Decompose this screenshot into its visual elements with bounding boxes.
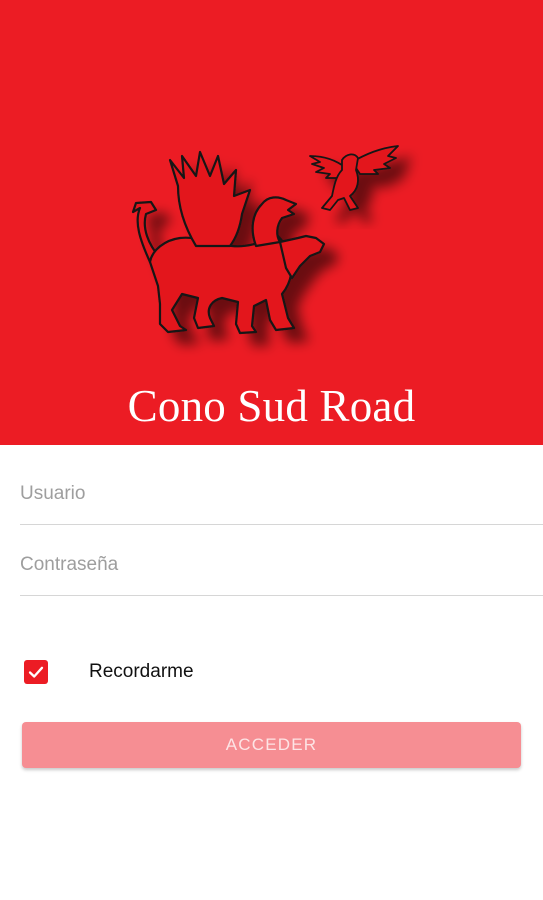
remember-me-checkbox[interactable] <box>24 660 48 684</box>
remember-me-label: Recordarme <box>89 661 194 682</box>
password-input[interactable] <box>20 535 543 595</box>
app-title: Cono Sud Road <box>127 381 416 431</box>
remember-me-row[interactable]: Recordarme <box>24 659 194 685</box>
username-input[interactable] <box>20 464 543 524</box>
header-banner: Cono Sud Road <box>0 0 543 445</box>
password-field[interactable] <box>20 535 543 596</box>
username-field[interactable] <box>20 464 543 525</box>
login-button[interactable]: ACCEDER <box>22 722 521 768</box>
checkmark-icon <box>28 666 44 678</box>
